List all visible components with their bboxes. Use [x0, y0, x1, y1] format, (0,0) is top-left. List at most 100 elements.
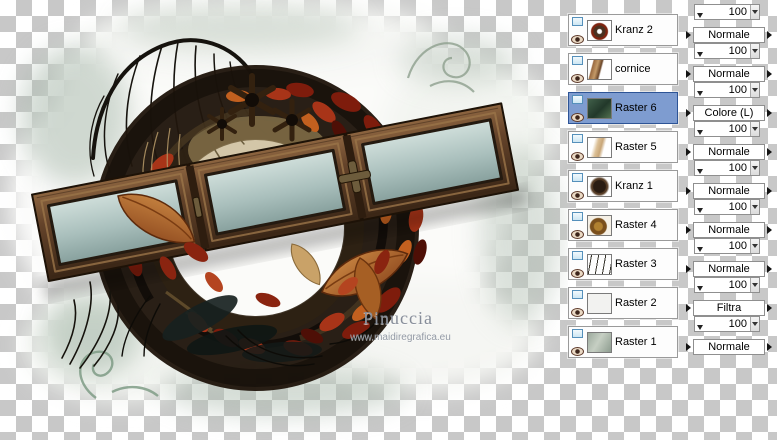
blend-left-arrow-icon[interactable]	[686, 343, 691, 351]
layer-name-label: Kranz 2	[615, 24, 653, 36]
blend-left-arrow-icon[interactable]	[686, 226, 691, 234]
layer-icons	[571, 172, 584, 200]
opacity-value: 100	[728, 45, 747, 57]
layer-name-label: Raster 5	[615, 141, 657, 153]
layer-row[interactable]: Raster 3	[568, 248, 678, 280]
opacity-value: 100	[728, 84, 747, 96]
layer-opacity-field[interactable]: 100	[694, 82, 760, 98]
layer-controls: 100 Normale	[686, 42, 777, 82]
layer-controls: 100 Normale	[686, 159, 777, 199]
opacity-slider-thumb-icon[interactable]	[697, 247, 703, 252]
opacity-spinner-icon[interactable]	[750, 83, 759, 97]
opacity-slider-thumb-icon[interactable]	[697, 52, 703, 57]
blend-mode-dropdown[interactable]: Filtra	[693, 300, 765, 316]
blend-right-arrow-icon[interactable]	[767, 31, 772, 39]
layer-row[interactable]: Raster 4	[568, 209, 678, 241]
blend-left-arrow-icon[interactable]	[686, 70, 691, 78]
layer-type-icon	[572, 328, 583, 338]
layer-type-icon	[572, 211, 583, 221]
opacity-slider-thumb-icon[interactable]	[697, 169, 703, 174]
opacity-slider-thumb-icon[interactable]	[697, 325, 703, 330]
visibility-eye-icon[interactable]	[571, 268, 584, 278]
layer-opacity-field[interactable]: 100	[694, 277, 760, 293]
blend-right-arrow-icon[interactable]	[767, 109, 772, 117]
opacity-spinner-icon[interactable]	[750, 122, 759, 136]
blend-mode-row: Normale	[686, 339, 772, 355]
layer-row[interactable]: Raster 1	[568, 326, 678, 358]
layer-opacity-field[interactable]: 100	[694, 4, 760, 20]
blend-mode-dropdown[interactable]: Normale	[693, 339, 765, 355]
opacity-slider-thumb-icon[interactable]	[697, 286, 703, 291]
visibility-eye-icon[interactable]	[571, 346, 584, 356]
blend-left-arrow-icon[interactable]	[686, 265, 691, 273]
layer-thumbnail	[587, 292, 612, 314]
opacity-value: 100	[728, 240, 747, 252]
layer-controls: 100 Normale	[686, 315, 777, 355]
layer-opacity-field[interactable]: 100	[694, 43, 760, 59]
layer-opacity-field[interactable]: 100	[694, 121, 760, 137]
visibility-eye-icon[interactable]	[571, 112, 584, 122]
blend-right-arrow-icon[interactable]	[767, 187, 772, 195]
blend-mode-dropdown[interactable]: Normale	[693, 27, 765, 43]
opacity-spinner-icon[interactable]	[750, 44, 759, 58]
blend-mode-dropdown[interactable]: Colore (L)	[693, 105, 765, 121]
visibility-eye-icon[interactable]	[571, 229, 584, 239]
blend-mode-dropdown[interactable]: Normale	[693, 222, 765, 238]
layer-opacity-field[interactable]: 100	[694, 316, 760, 332]
blend-mode-dropdown[interactable]: Normale	[693, 66, 765, 82]
visibility-eye-icon[interactable]	[571, 307, 584, 317]
blend-right-arrow-icon[interactable]	[767, 70, 772, 78]
blend-left-arrow-icon[interactable]	[686, 304, 691, 312]
opacity-slider-thumb-icon[interactable]	[697, 91, 703, 96]
opacity-value: 100	[728, 201, 747, 213]
layer-opacity-field[interactable]: 100	[694, 238, 760, 254]
opacity-value: 100	[728, 162, 747, 174]
blend-mode-row: Normale	[686, 183, 772, 199]
opacity-spinner-icon[interactable]	[750, 200, 759, 214]
blend-right-arrow-icon[interactable]	[767, 265, 772, 273]
watermark-name: Pinuccia	[363, 308, 433, 328]
opacity-spinner-icon[interactable]	[750, 317, 759, 331]
layer-icons	[571, 328, 584, 356]
layer-type-icon	[572, 55, 583, 65]
visibility-eye-icon[interactable]	[571, 34, 584, 44]
blend-left-arrow-icon[interactable]	[686, 187, 691, 195]
blend-left-arrow-icon[interactable]	[686, 31, 691, 39]
layer-type-icon	[572, 250, 583, 260]
layer-row[interactable]: cornice	[568, 53, 678, 85]
opacity-slider-thumb-icon[interactable]	[697, 13, 703, 18]
blend-mode-row: Normale	[686, 222, 772, 238]
layer-row[interactable]: Kranz 2	[568, 14, 678, 46]
blend-right-arrow-icon[interactable]	[767, 343, 772, 351]
blend-right-arrow-icon[interactable]	[767, 148, 772, 156]
blend-mode-row: Normale	[686, 144, 772, 160]
blend-right-arrow-icon[interactable]	[767, 304, 772, 312]
layer-opacity-field[interactable]: 100	[694, 160, 760, 176]
blend-left-arrow-icon[interactable]	[686, 109, 691, 117]
blend-right-arrow-icon[interactable]	[767, 226, 772, 234]
layer-controls: 100 Normale	[686, 3, 777, 43]
blend-mode-row: Colore (L)	[686, 105, 772, 121]
layer-icons	[571, 16, 584, 44]
layer-row[interactable]: Kranz 1	[568, 170, 678, 202]
opacity-value: 100	[728, 123, 747, 135]
visibility-eye-icon[interactable]	[571, 73, 584, 83]
opacity-spinner-icon[interactable]	[750, 239, 759, 253]
layer-icons	[571, 94, 584, 122]
opacity-slider-thumb-icon[interactable]	[697, 130, 703, 135]
blend-left-arrow-icon[interactable]	[686, 148, 691, 156]
blend-mode-dropdown[interactable]: Normale	[693, 144, 765, 160]
opacity-spinner-icon[interactable]	[750, 161, 759, 175]
visibility-eye-icon[interactable]	[571, 151, 584, 161]
blend-mode-dropdown[interactable]: Normale	[693, 183, 765, 199]
layer-row[interactable]: Raster 5	[568, 131, 678, 163]
layer-controls: 100 Filtra	[686, 276, 777, 316]
layer-opacity-field[interactable]: 100	[694, 199, 760, 215]
opacity-spinner-icon[interactable]	[750, 5, 759, 19]
opacity-slider-thumb-icon[interactable]	[697, 208, 703, 213]
opacity-spinner-icon[interactable]	[750, 278, 759, 292]
layer-row[interactable]: Raster 2	[568, 287, 678, 319]
visibility-eye-icon[interactable]	[571, 190, 584, 200]
layer-row-selected[interactable]: Raster 6	[568, 92, 678, 124]
blend-mode-dropdown[interactable]: Normale	[693, 261, 765, 277]
